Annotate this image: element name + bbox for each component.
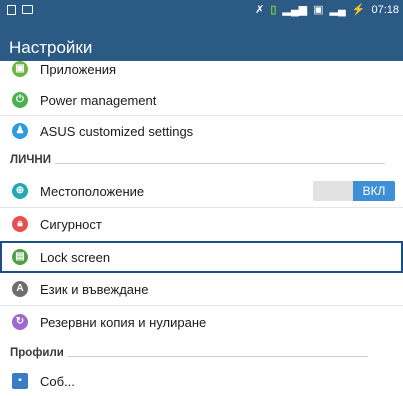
battery-charging-icon: ⚡ [351,4,366,16]
settings-item-location[interactable]: ⊕ Местоположение ВКЛ [0,176,403,206]
toggle-on-state: ВКЛ [353,181,395,201]
settings-item-label: Power management [40,92,157,108]
signal2-icon: ▂▄ [329,4,346,16]
settings-item-profile[interactable]: ▪ Соб... [0,366,403,396]
no-sync-icon: ✗ [255,4,265,16]
settings-item-lock-screen[interactable]: ▤ Lock screen [0,241,403,273]
settings-item-label: Език и въвеждане [40,281,149,297]
status-bar: ✗ ▯ ▂▄▆ ▣ ▂▄ ⚡ 07:18 [0,0,403,24]
settings-item-security[interactable]: 🔒︎ Сигурност [0,209,403,239]
location-toggle[interactable]: ВКЛ [313,181,395,201]
asus-icon: ♟ [12,123,28,139]
sd-card-icon [7,5,16,15]
apps-icon: ▣ [12,61,28,77]
status-time: 07:18 [371,4,399,16]
profile-icon: ▪ [12,373,28,389]
sim-icon: ▯ [270,4,277,16]
section-title: Профили [10,347,64,359]
settings-item-asus-customized[interactable]: ♟ ASUS customized settings [0,116,403,146]
divider [0,207,403,208]
data-icon: ▣ [313,4,324,16]
lockscreen-icon: ▤ [12,249,28,265]
section-header-personal: ЛИЧНИ [10,150,385,170]
settings-item-backup-reset[interactable]: ↻ Резервни копия и нулиране [0,307,403,337]
status-left [7,5,33,15]
settings-item-label: Приложения [40,61,117,77]
language-icon: A [12,281,28,297]
photo-icon [22,5,33,14]
settings-item-label: Сигурност [40,216,102,232]
settings-item-label: ASUS customized settings [40,123,194,139]
settings-item-language-input[interactable]: A Език и въвеждане [0,274,403,304]
settings-item-label: Соб... [40,373,75,389]
location-icon: ⊕ [12,183,28,199]
settings-item-label: Lock screen [40,249,111,265]
settings-item-label: Местоположение [40,183,145,199]
section-header-profiles: Профили [10,343,368,363]
status-right: ✗ ▯ ▂▄▆ ▣ ▂▄ ⚡ 07:18 [255,4,399,16]
power-icon: ⏻ [12,92,28,108]
section-divider [67,355,368,357]
settings-item-label: Резервни копия и нулиране [40,314,207,330]
section-divider [55,162,385,164]
backup-icon: ↻ [12,314,28,330]
settings-item-power-management[interactable]: ⏻ Power management [0,85,403,115]
signal-icon: ▂▄▆ [282,4,308,16]
section-title: ЛИЧНИ [10,154,51,166]
lock-icon: 🔒︎ [12,216,28,232]
settings-item-apps[interactable]: ▣ Приложения [0,54,403,84]
divider [0,305,403,306]
